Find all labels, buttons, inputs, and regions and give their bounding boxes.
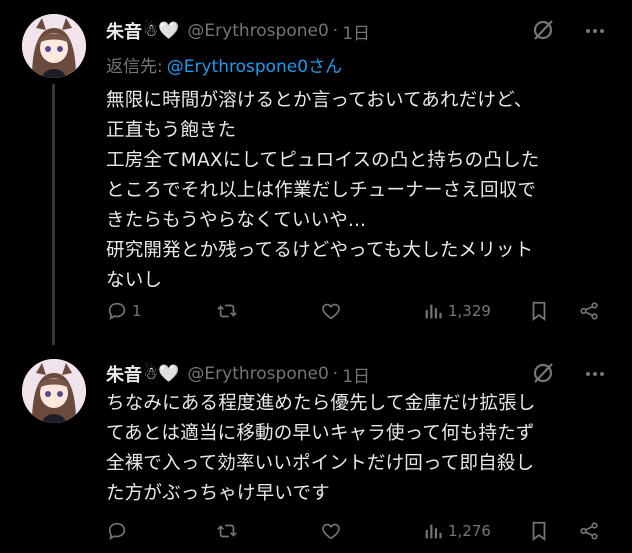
- bookmark-button[interactable]: [528, 520, 550, 542]
- tweet-text: ちなみにある程度進めたら優先して金庫だけ拡張し てあとは適当に移動の早いキャラ使…: [106, 393, 536, 504]
- like-icon: [322, 303, 340, 320]
- separator-dot: ·: [332, 21, 339, 41]
- grok-icon[interactable]: [531, 361, 555, 385]
- grok-icon[interactable]: [531, 18, 555, 42]
- like-icon: [322, 523, 340, 540]
- reply-count: 1: [132, 302, 142, 320]
- repost-button[interactable]: [216, 520, 238, 542]
- views-count: 1,276: [448, 522, 491, 540]
- action-bar: 1 1,329: [106, 300, 616, 324]
- thread-line: [52, 84, 55, 345]
- reply-context: 返信先: @Erythrospone0さん: [106, 52, 342, 77]
- views-icon: [425, 304, 442, 319]
- author-handle[interactable]: @Erythrospone0: [187, 364, 328, 384]
- views-count: 1,329: [448, 302, 491, 320]
- like-button[interactable]: [320, 520, 342, 542]
- reply-button[interactable]: 1: [106, 300, 142, 322]
- more-icon[interactable]: [586, 363, 608, 385]
- views-icon: [425, 524, 442, 539]
- avatar[interactable]: [22, 14, 86, 78]
- tweet-text: 無限に時間が溶けるとか言っておいてあれだけど、 正直もう飽きた 工房全てMAXに…: [106, 90, 540, 291]
- reply-label: 返信先:: [106, 57, 163, 77]
- author-name[interactable]: 朱音: [106, 361, 142, 387]
- timestamp[interactable]: 1日: [342, 362, 370, 387]
- bookmark-icon: [532, 521, 546, 541]
- author-handle[interactable]: @Erythrospone0: [187, 21, 328, 41]
- more-icon[interactable]: [586, 20, 608, 42]
- tweet-2[interactable]: 朱音 ☃🤍 @Erythrospone0 · 1日 ちなみにある程度進めたら優先…: [0, 345, 632, 553]
- reply-button[interactable]: [106, 520, 132, 542]
- bookmark-icon: [532, 301, 546, 321]
- tweet-header: 朱音 ☃🤍 @Erythrospone0 · 1日: [106, 361, 370, 387]
- views-button[interactable]: 1,329: [422, 300, 491, 322]
- repost-icon: [217, 524, 237, 538]
- bookmark-button[interactable]: [528, 300, 550, 322]
- share-icon: [580, 522, 598, 540]
- views-button[interactable]: 1,276: [422, 520, 491, 542]
- avatar[interactable]: [22, 359, 86, 423]
- reply-mention-link[interactable]: @Erythrospone0さん: [167, 57, 342, 77]
- like-button[interactable]: [320, 300, 342, 322]
- timestamp[interactable]: 1日: [342, 19, 370, 44]
- share-button[interactable]: [578, 300, 600, 322]
- tweet-1[interactable]: 朱音 ☃🤍 @Erythrospone0 · 1日 返信先: @Erythrosp…: [0, 0, 632, 345]
- author-name[interactable]: 朱音: [106, 18, 142, 44]
- share-button[interactable]: [578, 520, 600, 542]
- repost-icon: [217, 304, 237, 318]
- share-icon: [580, 302, 598, 320]
- reply-icon: [108, 302, 126, 320]
- separator-dot: ·: [332, 364, 339, 384]
- repost-button[interactable]: [216, 300, 238, 322]
- action-bar: 1,276: [106, 520, 616, 544]
- author-emoji: ☃🤍: [143, 364, 180, 384]
- tweet-header: 朱音 ☃🤍 @Erythrospone0 · 1日: [106, 18, 370, 44]
- author-emoji: ☃🤍: [143, 21, 180, 41]
- reply-icon: [108, 522, 126, 540]
